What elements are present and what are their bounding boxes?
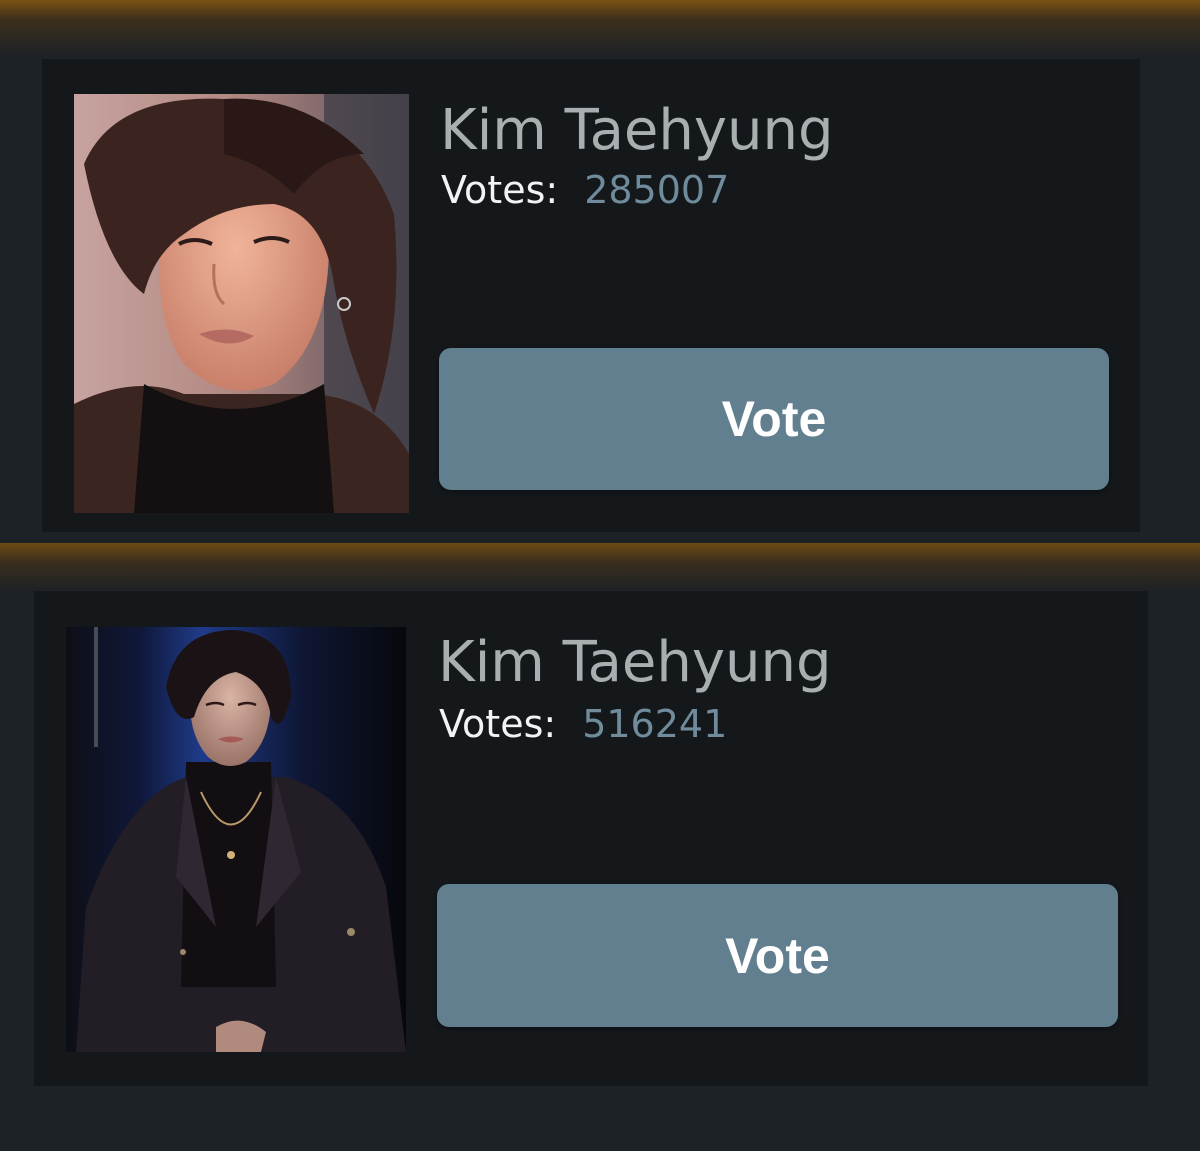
vote-button[interactable]: Vote <box>439 348 1109 490</box>
candidate-name: Kim Taehyung <box>438 630 832 695</box>
candidate-photo <box>74 94 409 513</box>
candidate-photo <box>66 627 406 1052</box>
votes-label: Votes: <box>441 168 559 212</box>
votes-row: Votes: 516241 <box>439 705 727 743</box>
votes-label: Votes: <box>439 702 557 746</box>
mid-glow-divider <box>0 543 1200 591</box>
votes-row: Votes: 285007 <box>441 171 729 209</box>
candidate-name: Kim Taehyung <box>440 98 834 163</box>
vote-button[interactable]: Vote <box>437 884 1118 1027</box>
votes-count: 285007 <box>584 168 730 212</box>
candidate-card: Kim Taehyung Votes: 516241 Vote <box>34 591 1148 1086</box>
candidate-card: Kim Taehyung Votes: 285007 Vote <box>42 59 1140 532</box>
votes-count: 516241 <box>582 702 728 746</box>
top-glow-divider <box>0 0 1200 56</box>
